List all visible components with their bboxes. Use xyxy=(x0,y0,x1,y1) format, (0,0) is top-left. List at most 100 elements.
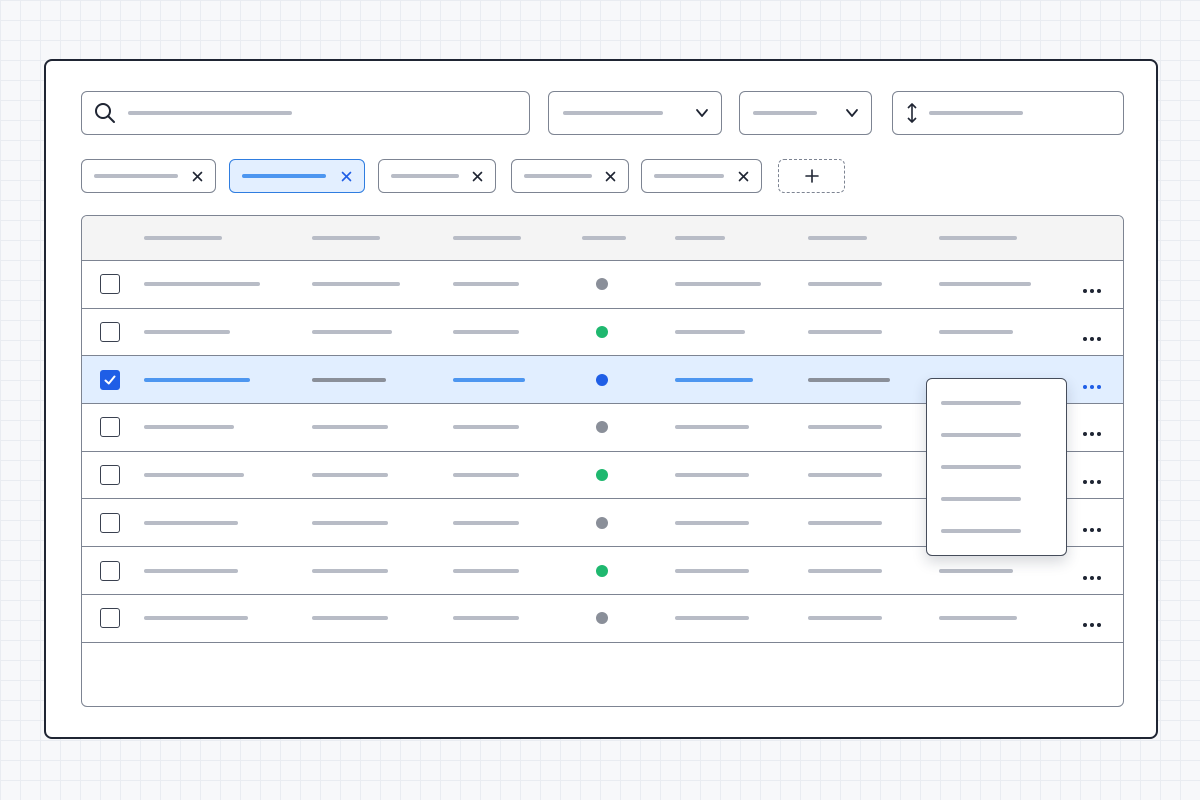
status-dot xyxy=(596,421,608,434)
table-cell xyxy=(675,330,745,335)
chip-label xyxy=(242,174,326,178)
search-placeholder xyxy=(128,111,292,115)
chip-label xyxy=(654,174,724,178)
filter-chip[interactable] xyxy=(511,159,629,193)
table-cell xyxy=(453,330,519,335)
row-checkbox[interactable] xyxy=(100,560,120,581)
add-filter-button[interactable] xyxy=(778,159,845,193)
more-horizontal-icon[interactable] xyxy=(1082,329,1102,342)
table-cell xyxy=(808,520,882,525)
close-icon[interactable] xyxy=(605,171,616,182)
status-dot xyxy=(596,564,608,577)
table-cell xyxy=(312,425,388,430)
filter-chip[interactable] xyxy=(378,159,496,193)
chip-label xyxy=(391,174,459,178)
table-cell xyxy=(675,425,749,430)
chip-label xyxy=(524,174,592,178)
menu-item[interactable] xyxy=(941,529,1021,533)
table-cell xyxy=(675,473,749,478)
more-horizontal-icon[interactable] xyxy=(1082,615,1102,628)
table-header xyxy=(82,216,1123,261)
more-horizontal-icon[interactable] xyxy=(1082,520,1102,532)
row-checkbox[interactable] xyxy=(100,512,120,533)
status-dot xyxy=(596,326,608,339)
table-row[interactable] xyxy=(82,309,1123,357)
chevron-down-icon xyxy=(696,109,708,117)
status-dot xyxy=(596,612,608,625)
chevron-down-icon xyxy=(846,109,858,117)
table-cell xyxy=(808,568,882,573)
dropdown-value xyxy=(563,111,663,115)
table-cell xyxy=(453,377,525,382)
filter-chip-active[interactable] xyxy=(229,159,365,193)
column-header[interactable] xyxy=(939,236,1017,240)
status-dot xyxy=(596,469,608,482)
table-cell xyxy=(675,377,753,382)
app-window xyxy=(44,59,1158,739)
more-horizontal-icon[interactable] xyxy=(1082,472,1102,485)
table-cell xyxy=(144,377,250,382)
close-icon[interactable] xyxy=(192,171,203,182)
table-cell xyxy=(312,282,400,287)
column-header[interactable] xyxy=(808,236,867,240)
table-cell xyxy=(808,425,882,430)
column-header[interactable] xyxy=(144,236,222,240)
table-cell xyxy=(939,616,1017,621)
filter-chip[interactable] xyxy=(641,159,762,193)
table-cell xyxy=(939,282,1031,287)
dropdown-value xyxy=(753,111,817,115)
row-checkbox[interactable] xyxy=(100,465,120,486)
menu-item[interactable] xyxy=(941,401,1021,405)
plus-icon xyxy=(804,169,819,183)
row-checkbox[interactable] xyxy=(100,274,120,295)
column-header[interactable] xyxy=(582,236,626,240)
filter-chip[interactable] xyxy=(81,159,216,193)
search-input[interactable] xyxy=(81,91,530,135)
table-cell xyxy=(312,616,388,621)
close-icon[interactable] xyxy=(341,171,352,182)
column-header[interactable] xyxy=(312,236,380,240)
more-horizontal-icon[interactable] xyxy=(1082,377,1102,389)
more-horizontal-icon[interactable] xyxy=(1082,568,1102,580)
table-row[interactable] xyxy=(82,261,1123,309)
table-cell xyxy=(808,473,882,478)
menu-item[interactable] xyxy=(941,497,1021,501)
status-dot xyxy=(596,373,608,386)
table-cell xyxy=(675,520,749,525)
table-cell xyxy=(675,282,761,287)
menu-item[interactable] xyxy=(941,465,1021,469)
close-icon[interactable] xyxy=(472,171,483,182)
table-row[interactable] xyxy=(82,595,1123,643)
menu-item[interactable] xyxy=(941,433,1021,437)
more-horizontal-icon[interactable] xyxy=(1082,424,1102,437)
filter-dropdown-1[interactable] xyxy=(548,91,722,135)
table-cell xyxy=(312,377,386,382)
sort-control[interactable] xyxy=(892,91,1124,135)
status-dot xyxy=(596,516,608,529)
row-checkbox[interactable] xyxy=(100,608,120,629)
column-header[interactable] xyxy=(453,236,521,240)
more-horizontal-icon[interactable] xyxy=(1082,281,1102,294)
table-cell xyxy=(939,330,1013,335)
sort-value xyxy=(929,111,1023,115)
check-icon xyxy=(104,375,116,385)
table-cell xyxy=(144,330,230,335)
table-cell xyxy=(453,425,519,430)
close-icon[interactable] xyxy=(738,171,749,182)
table-cell xyxy=(453,568,519,573)
filter-dropdown-2[interactable] xyxy=(739,91,872,135)
table-cell xyxy=(453,520,519,525)
row-checkbox[interactable] xyxy=(100,322,120,343)
row-checkbox[interactable] xyxy=(100,417,120,438)
table-cell xyxy=(312,330,392,335)
column-header[interactable] xyxy=(675,236,725,240)
table-cell xyxy=(808,616,882,621)
row-checkbox[interactable] xyxy=(100,369,120,390)
row-context-menu xyxy=(926,378,1067,556)
table-cell xyxy=(675,568,749,573)
table-cell xyxy=(144,425,234,430)
search-icon xyxy=(95,103,115,123)
table-cell xyxy=(808,330,882,335)
table-cell xyxy=(808,377,890,382)
table-cell xyxy=(312,568,388,573)
